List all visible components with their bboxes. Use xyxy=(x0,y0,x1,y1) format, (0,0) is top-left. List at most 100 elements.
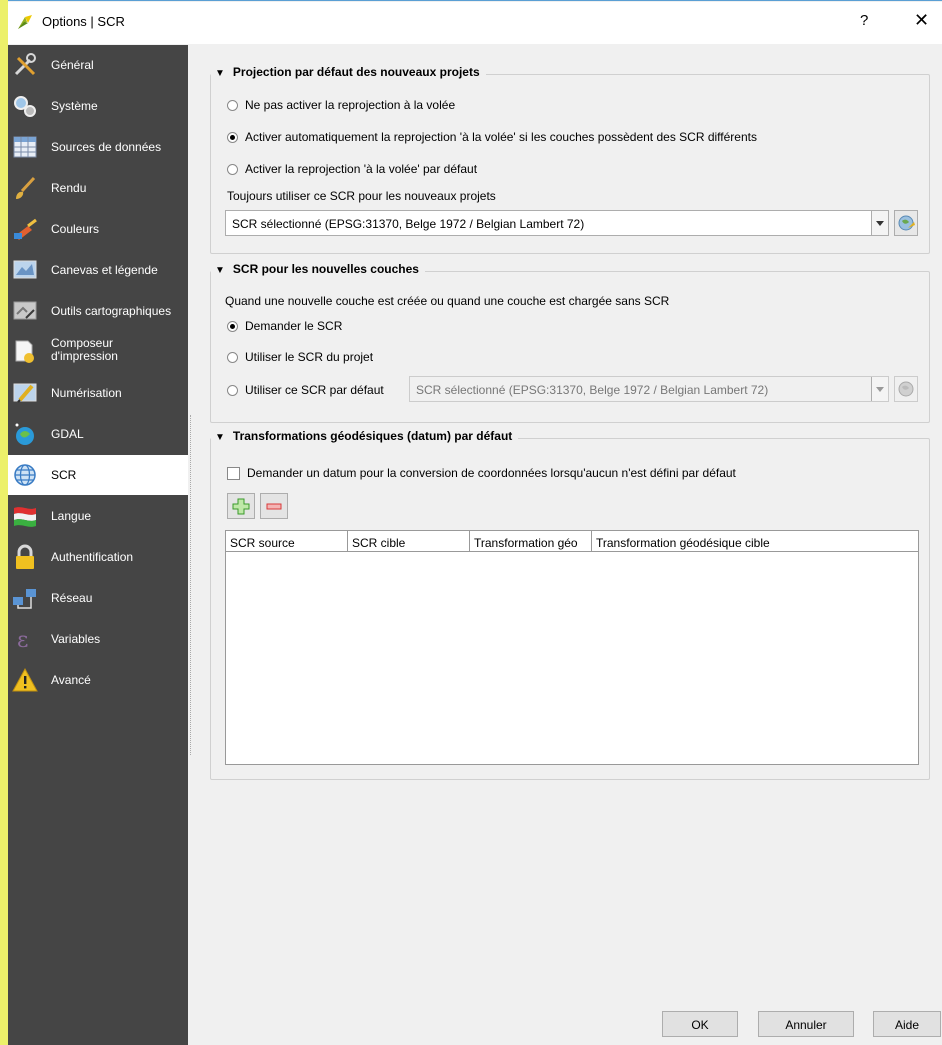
sidebar-item-label: Numérisation xyxy=(51,386,122,400)
sidebar-item-rendering[interactable]: Rendu xyxy=(8,168,188,208)
window-title: Options | SCR xyxy=(42,14,125,29)
qgis-logo-icon xyxy=(18,15,32,29)
sidebar-item-data-sources[interactable]: Sources de données xyxy=(8,127,188,167)
radio-use-default-crs[interactable]: Utiliser ce SCR par défaut xyxy=(227,383,384,397)
help-icon[interactable]: ? xyxy=(860,12,868,29)
sidebar-item-print-composer[interactable]: Composeur d'impression xyxy=(8,332,188,372)
select-crs-button[interactable] xyxy=(894,210,918,236)
collapse-triangle-icon[interactable]: ▼ xyxy=(215,432,225,443)
table-icon xyxy=(13,136,37,158)
projection-group-title[interactable]: ▼ Projection par défaut des nouveaux proj… xyxy=(211,65,486,79)
flag-icon xyxy=(14,507,36,527)
radio-indicator[interactable] xyxy=(227,99,238,111)
sidebar-item-advanced[interactable]: Avancé xyxy=(8,660,188,700)
settings-panel: ▼ Projection par défaut des nouveaux proj… xyxy=(196,45,942,1045)
digitize-icon xyxy=(13,383,37,403)
cancel-button[interactable]: Annuler xyxy=(758,1011,854,1037)
datum-group-title[interactable]: ▼ Transformations géodésiques (datum) par… xyxy=(211,429,519,443)
chevron-down-icon[interactable] xyxy=(871,377,888,401)
column-header[interactable]: SCR source xyxy=(226,531,348,552)
column-header[interactable]: SCR cible xyxy=(348,531,470,552)
radio-indicator[interactable] xyxy=(227,320,238,332)
table-header: SCR source SCR cible Transformation géo … xyxy=(226,531,918,553)
gdal-icon xyxy=(15,423,34,445)
sidebar-item-label: Général xyxy=(51,58,94,72)
ask-datum-checkbox[interactable]: Demander un datum pour la conversion de … xyxy=(227,466,736,480)
sidebar-item-label: Système xyxy=(51,99,98,113)
checkbox-indicator[interactable] xyxy=(227,466,240,480)
crs-globe-icon xyxy=(898,381,914,397)
sidebar-item-label: Couleurs xyxy=(51,222,100,236)
crs-globe-icon xyxy=(898,215,915,231)
svg-text:ε: ε xyxy=(17,628,28,652)
sidebar-item-digitizing[interactable]: Numérisation xyxy=(8,373,188,413)
chevron-down-icon[interactable] xyxy=(871,211,888,235)
sidebar-item-network[interactable]: Réseau xyxy=(8,578,188,618)
radio-no-reprojection[interactable]: Ne pas activer la reprojection à la volé… xyxy=(227,98,455,112)
sidebar-item-system[interactable]: Système xyxy=(8,86,188,126)
collapse-triangle-icon[interactable]: ▼ xyxy=(215,68,225,79)
epsilon-icon: ε xyxy=(17,628,28,652)
sidebar-item-general[interactable]: Général xyxy=(8,45,188,85)
globe-icon xyxy=(14,464,36,486)
new-layers-group: ▼ SCR pour les nouvelles couches Quand un… xyxy=(210,262,930,423)
column-header[interactable]: Transformation géo xyxy=(470,531,592,552)
ok-button[interactable]: OK xyxy=(662,1011,738,1037)
new-layers-group-title[interactable]: ▼ SCR pour les nouvelles couches xyxy=(211,262,425,276)
help-button[interactable]: Aide xyxy=(873,1011,941,1037)
plus-icon xyxy=(232,498,250,515)
sidebar-item-label: Authentification xyxy=(51,550,134,564)
sidebar-item-label: GDAL xyxy=(51,427,84,441)
network-icon xyxy=(13,589,36,609)
radio-prompt-crs[interactable]: Demander le SCR xyxy=(227,319,342,333)
minus-icon xyxy=(266,503,282,510)
sidebar: Général Système Sources de données Rendu xyxy=(8,45,191,1045)
splitter-handle[interactable] xyxy=(190,415,194,755)
radio-indicator[interactable] xyxy=(227,131,238,143)
sidebar-item-colors[interactable]: Couleurs xyxy=(8,209,188,249)
sidebar-item-label: Sources de données xyxy=(51,140,162,154)
gears-icon xyxy=(14,96,36,117)
always-use-crs-label: Toujours utiliser ce SCR pour les nouvea… xyxy=(227,189,496,203)
transformations-table[interactable]: SCR source SCR cible Transformation géo … xyxy=(225,530,919,765)
paintbrush-icon xyxy=(16,176,36,199)
sidebar-item-crs[interactable]: SCR xyxy=(8,455,188,495)
radio-indicator[interactable] xyxy=(227,163,238,175)
composer-icon xyxy=(15,340,34,363)
add-transformation-button[interactable] xyxy=(227,493,255,519)
projection-group: ▼ Projection par défaut des nouveaux proj… xyxy=(210,65,930,254)
radio-auto-reprojection[interactable]: Activer automatiquement la reprojection … xyxy=(227,130,757,144)
sidebar-item-label: Canevas et légende xyxy=(51,263,158,277)
lock-icon xyxy=(16,544,34,569)
map-canvas-icon xyxy=(13,260,37,279)
remove-transformation-button[interactable] xyxy=(260,493,288,519)
sidebar-item-map-tools[interactable]: Outils cartographiques xyxy=(8,291,188,331)
sidebar-item-label: Langue xyxy=(51,509,92,523)
radio-default-reprojection[interactable]: Activer la reprojection 'à la volée' par… xyxy=(227,162,477,176)
sidebar-item-canvas-legend[interactable]: Canevas et légende xyxy=(8,250,188,290)
collapse-triangle-icon[interactable]: ▼ xyxy=(215,265,225,276)
radio-indicator[interactable] xyxy=(227,384,238,396)
sidebar-item-authentication[interactable]: Authentification xyxy=(8,537,188,577)
warning-icon xyxy=(12,667,38,692)
sidebar-item-label: Rendu xyxy=(51,181,87,195)
sidebar-item-variables[interactable]: ε Variables xyxy=(8,619,188,659)
sidebar-item-gdal[interactable]: GDAL xyxy=(8,414,188,454)
close-icon[interactable]: ✕ xyxy=(914,10,929,31)
options-dialog: Options | SCR ? ✕ Général Système Source… xyxy=(8,0,942,1045)
layer-default-crs-select[interactable]: SCR sélectionné (EPSG:31370, Belge 1972 … xyxy=(409,376,889,402)
sidebar-item-language[interactable]: Langue xyxy=(8,496,188,536)
sidebar-item-label: SCR xyxy=(51,468,77,482)
sidebar-item-label: Réseau xyxy=(51,591,93,605)
project-crs-select[interactable]: SCR sélectionné (EPSG:31370, Belge 1972 … xyxy=(225,210,889,236)
tools-icon xyxy=(14,53,36,76)
sidebar-item-label: Avancé xyxy=(51,673,91,687)
datum-group: ▼ Transformations géodésiques (datum) par… xyxy=(210,429,930,780)
radio-use-project-crs[interactable]: Utiliser le SCR du projet xyxy=(227,350,373,364)
title-bar: Options | SCR ? ✕ xyxy=(8,2,942,44)
radio-indicator[interactable] xyxy=(227,351,238,363)
color-brush-icon xyxy=(14,218,37,240)
map-tools-icon xyxy=(13,301,37,320)
select-layer-crs-button[interactable] xyxy=(894,376,918,402)
column-header[interactable]: Transformation géodésique cible xyxy=(592,531,918,552)
